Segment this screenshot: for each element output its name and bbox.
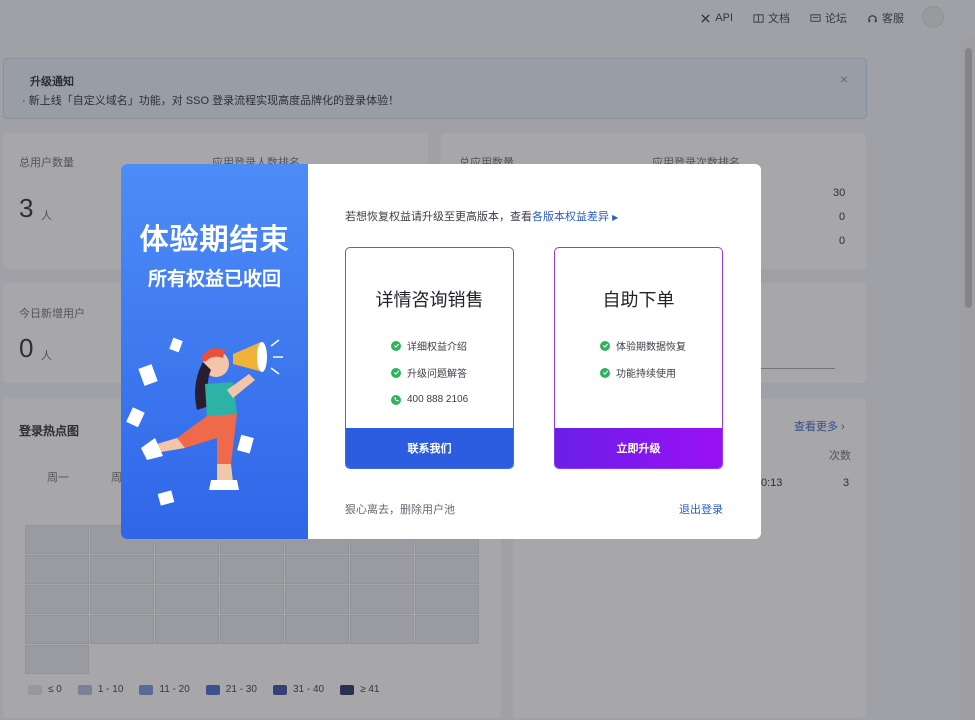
- upgrade-now-button[interactable]: 立即升级: [555, 428, 722, 468]
- modal-hint: 若想恢复权益请升级至更高版本，查看各版本权益差异 ▶: [345, 208, 618, 224]
- modal-heading: 体验期结束: [139, 224, 290, 256]
- sales-feature-2-label: 升级问题解答: [407, 369, 467, 380]
- sales-feature-2: 升级问题解答: [391, 359, 468, 386]
- sales-plan-card: 详情咨询销售 详细权益介绍 升级问题解答 400 888 2106 联系我们: [345, 247, 514, 469]
- self-serve-plan-features: 体验期数据恢复 功能持续使用: [600, 332, 686, 386]
- modal-left-panel: 体验期结束 所有权益已收回: [121, 164, 308, 539]
- megaphone-girl-illustration: [126, 337, 283, 506]
- sales-feature-1: 详细权益介绍: [391, 332, 468, 359]
- modal-hint-text: 若想恢复权益请升级至更高版本，查看: [345, 211, 532, 223]
- self-feature-2-label: 功能持续使用: [616, 369, 676, 380]
- check-circle-icon: [600, 367, 610, 378]
- sales-phone: 400 888 2106: [391, 386, 468, 413]
- contact-us-button[interactable]: 联系我们: [346, 428, 513, 468]
- self-serve-plan-title: 自助下单: [602, 290, 675, 310]
- self-feature-2: 功能持续使用: [600, 359, 686, 386]
- check-circle-icon: [391, 340, 401, 351]
- logout-link[interactable]: 退出登录: [679, 501, 723, 517]
- modal-subheading: 所有权益已收回: [147, 269, 281, 290]
- caret-right-icon: ▶: [612, 213, 619, 222]
- sales-feature-1-label: 详细权益介绍: [407, 342, 467, 353]
- sales-phone-number: 400 888 2106: [407, 394, 469, 405]
- check-circle-icon: [391, 367, 401, 378]
- sales-plan-title: 详情咨询销售: [375, 290, 484, 310]
- self-serve-plan-card: 自助下单 体验期数据恢复 功能持续使用 立即升级: [554, 247, 723, 469]
- delete-user-pool-link[interactable]: 狠心离去，删除用户池: [345, 501, 455, 517]
- self-feature-1-label: 体验期数据恢复: [616, 342, 686, 353]
- phone-icon: [391, 394, 401, 405]
- sales-plan-features: 详细权益介绍 升级问题解答 400 888 2106: [391, 332, 468, 413]
- self-feature-1: 体验期数据恢复: [600, 332, 686, 359]
- plan-comparison-link[interactable]: 各版本权益差异: [532, 211, 609, 223]
- check-circle-icon: [600, 340, 610, 351]
- trial-ended-modal: 体验期结束 所有权益已收回 若想恢复权益请升级至更高版本，查看各版本权益差异 ▶…: [121, 164, 761, 539]
